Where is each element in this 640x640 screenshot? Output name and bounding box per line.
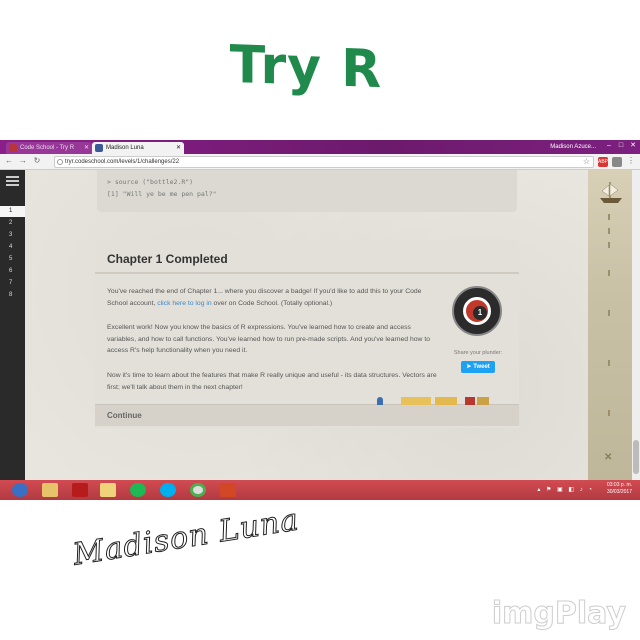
sidebar-level-6[interactable]: 6 — [0, 266, 25, 277]
close-tab-icon[interactable]: ✕ — [176, 142, 181, 154]
level-sidebar: 1 2 3 4 5 6 7 8 — [0, 170, 25, 480]
chapter-card: Chapter 1 Completed You've reached the e… — [95, 240, 519, 428]
minimize-icon[interactable]: – — [604, 141, 614, 151]
spotify-icon[interactable] — [130, 483, 146, 497]
url-input[interactable]: tryr.codeschool.com/levels/1/challenges/… — [54, 156, 594, 168]
scrollbar[interactable] — [632, 170, 640, 480]
address-bar: ← → ↻ tryr.codeschool.com/levels/1/chall… — [0, 154, 640, 170]
facebook-favicon-icon — [95, 144, 103, 152]
continue-button[interactable]: Continue — [95, 397, 519, 426]
tab-label: Madison Luna — [106, 145, 144, 151]
chapter-paragraph-1: You've reached the end of Chapter 1... w… — [107, 288, 422, 307]
taskbar-clock[interactable]: 03:03 p. m. 30/03/2017 — [607, 482, 632, 496]
code-school-favicon-icon — [9, 144, 17, 152]
console-output: > source ("bottle2.R") [1] "Will ye be m… — [97, 170, 517, 212]
forward-icon[interactable]: → — [18, 156, 28, 166]
chrome-icon[interactable] — [190, 483, 206, 497]
screenshot: Code School - Try R ✕ Madison Luna ✕ Mad… — [0, 140, 640, 500]
menu-icon[interactable]: ⋮ — [626, 156, 636, 166]
chapter-paragraph-3: Now it's time to learn about the feature… — [107, 372, 437, 391]
acrobat-icon[interactable] — [72, 483, 88, 497]
x-marks-spot-icon: ✕ — [604, 452, 613, 463]
sidebar-level-7[interactable]: 7 — [0, 278, 25, 289]
back-icon[interactable]: ← — [4, 156, 14, 166]
main-content: > source ("bottle2.R") [1] "Will ye be m… — [25, 170, 588, 480]
treasure-icon — [435, 397, 457, 405]
sidebar-level-1[interactable]: 1 — [0, 206, 25, 217]
treasure-icon — [401, 397, 431, 405]
map-path — [608, 228, 610, 234]
map-path — [608, 242, 610, 248]
tab-facebook[interactable]: Madison Luna ✕ — [92, 142, 184, 154]
extension-icon[interactable] — [612, 157, 622, 167]
close-tab-icon[interactable]: ✕ — [84, 142, 89, 154]
map-path — [608, 410, 610, 416]
file-explorer-icon[interactable] — [42, 483, 58, 497]
folder-icon[interactable] — [100, 483, 116, 497]
signature: Madison Luna — [70, 502, 302, 573]
reload-icon[interactable]: ↻ — [32, 156, 42, 166]
extension-icon[interactable]: ABP — [598, 157, 608, 167]
clock-date: 30/03/2017 — [606, 489, 632, 495]
bookmark-star-icon[interactable]: ☆ — [583, 157, 590, 167]
sidebar-level-4[interactable]: 4 — [0, 242, 25, 253]
sidebar-level-2[interactable]: 2 — [0, 218, 25, 229]
treasure-icon — [477, 397, 489, 405]
start-button-icon[interactable] — [12, 483, 28, 497]
sidebar-level-5[interactable]: 5 — [0, 254, 25, 265]
tweet-button[interactable]: ➤ Tweet — [461, 361, 495, 373]
maximize-icon[interactable]: □ — [616, 141, 626, 151]
console-line: > source ("bottle2.R") — [107, 178, 194, 186]
powerpoint-icon[interactable] — [220, 483, 236, 497]
system-tray-icons[interactable]: ▴ ⚑ ▣ ◧ ♪ ◔ — [537, 486, 594, 493]
share-label: Share your plunder: — [453, 350, 503, 356]
console-line: [1] "Will ye be me pen pal?" — [107, 190, 217, 198]
overlay-title: Try R — [229, 34, 383, 101]
tab-label: Code School - Try R — [20, 145, 75, 151]
chapter-title: Chapter 1 Completed — [107, 252, 228, 266]
browser-tab-bar: Code School - Try R ✕ Madison Luna ✕ Mad… — [0, 140, 640, 154]
sidebar-level-3[interactable]: 3 — [0, 230, 25, 241]
skype-icon[interactable] — [160, 483, 176, 497]
progress-map: ✕ — [588, 170, 632, 480]
map-path — [608, 360, 610, 366]
watermark: imgPlay — [491, 596, 626, 632]
map-path — [608, 214, 610, 220]
tab-code-school[interactable]: Code School - Try R ✕ — [6, 142, 92, 154]
treasure-icon — [465, 397, 475, 405]
ship-icon — [600, 182, 622, 203]
treasure-icon — [377, 397, 383, 405]
browser-user-name[interactable]: Madison Azuce... — [550, 141, 596, 153]
hamburger-menu-icon[interactable] — [6, 176, 19, 186]
divider — [95, 272, 519, 274]
windows-taskbar: ▴ ⚑ ▣ ◧ ♪ ◔ 03:03 p. m. 30/03/2017 — [0, 480, 640, 500]
clock-time: 03:03 p. m. — [606, 482, 632, 488]
twitter-bird-icon: ➤ — [466, 364, 472, 370]
info-icon[interactable] — [57, 159, 63, 165]
continue-label: Continue — [107, 411, 142, 420]
badge-number: 1 — [473, 306, 487, 320]
close-window-icon[interactable]: ✕ — [628, 141, 638, 151]
url-text: tryr.codeschool.com/levels/1/challenges/… — [65, 159, 180, 165]
page: Try R Code School - Try R ✕ Madison Luna… — [0, 0, 640, 640]
chapter-badge-icon: 1 — [452, 286, 502, 336]
map-path — [608, 310, 610, 316]
sidebar-level-8[interactable]: 8 — [0, 290, 25, 301]
chapter-paragraph-2: Excellent work! Now you know the basics … — [107, 324, 430, 354]
map-path — [608, 270, 610, 276]
scrollbar-thumb[interactable] — [633, 440, 639, 474]
login-link[interactable]: click here to log in — [157, 300, 211, 307]
